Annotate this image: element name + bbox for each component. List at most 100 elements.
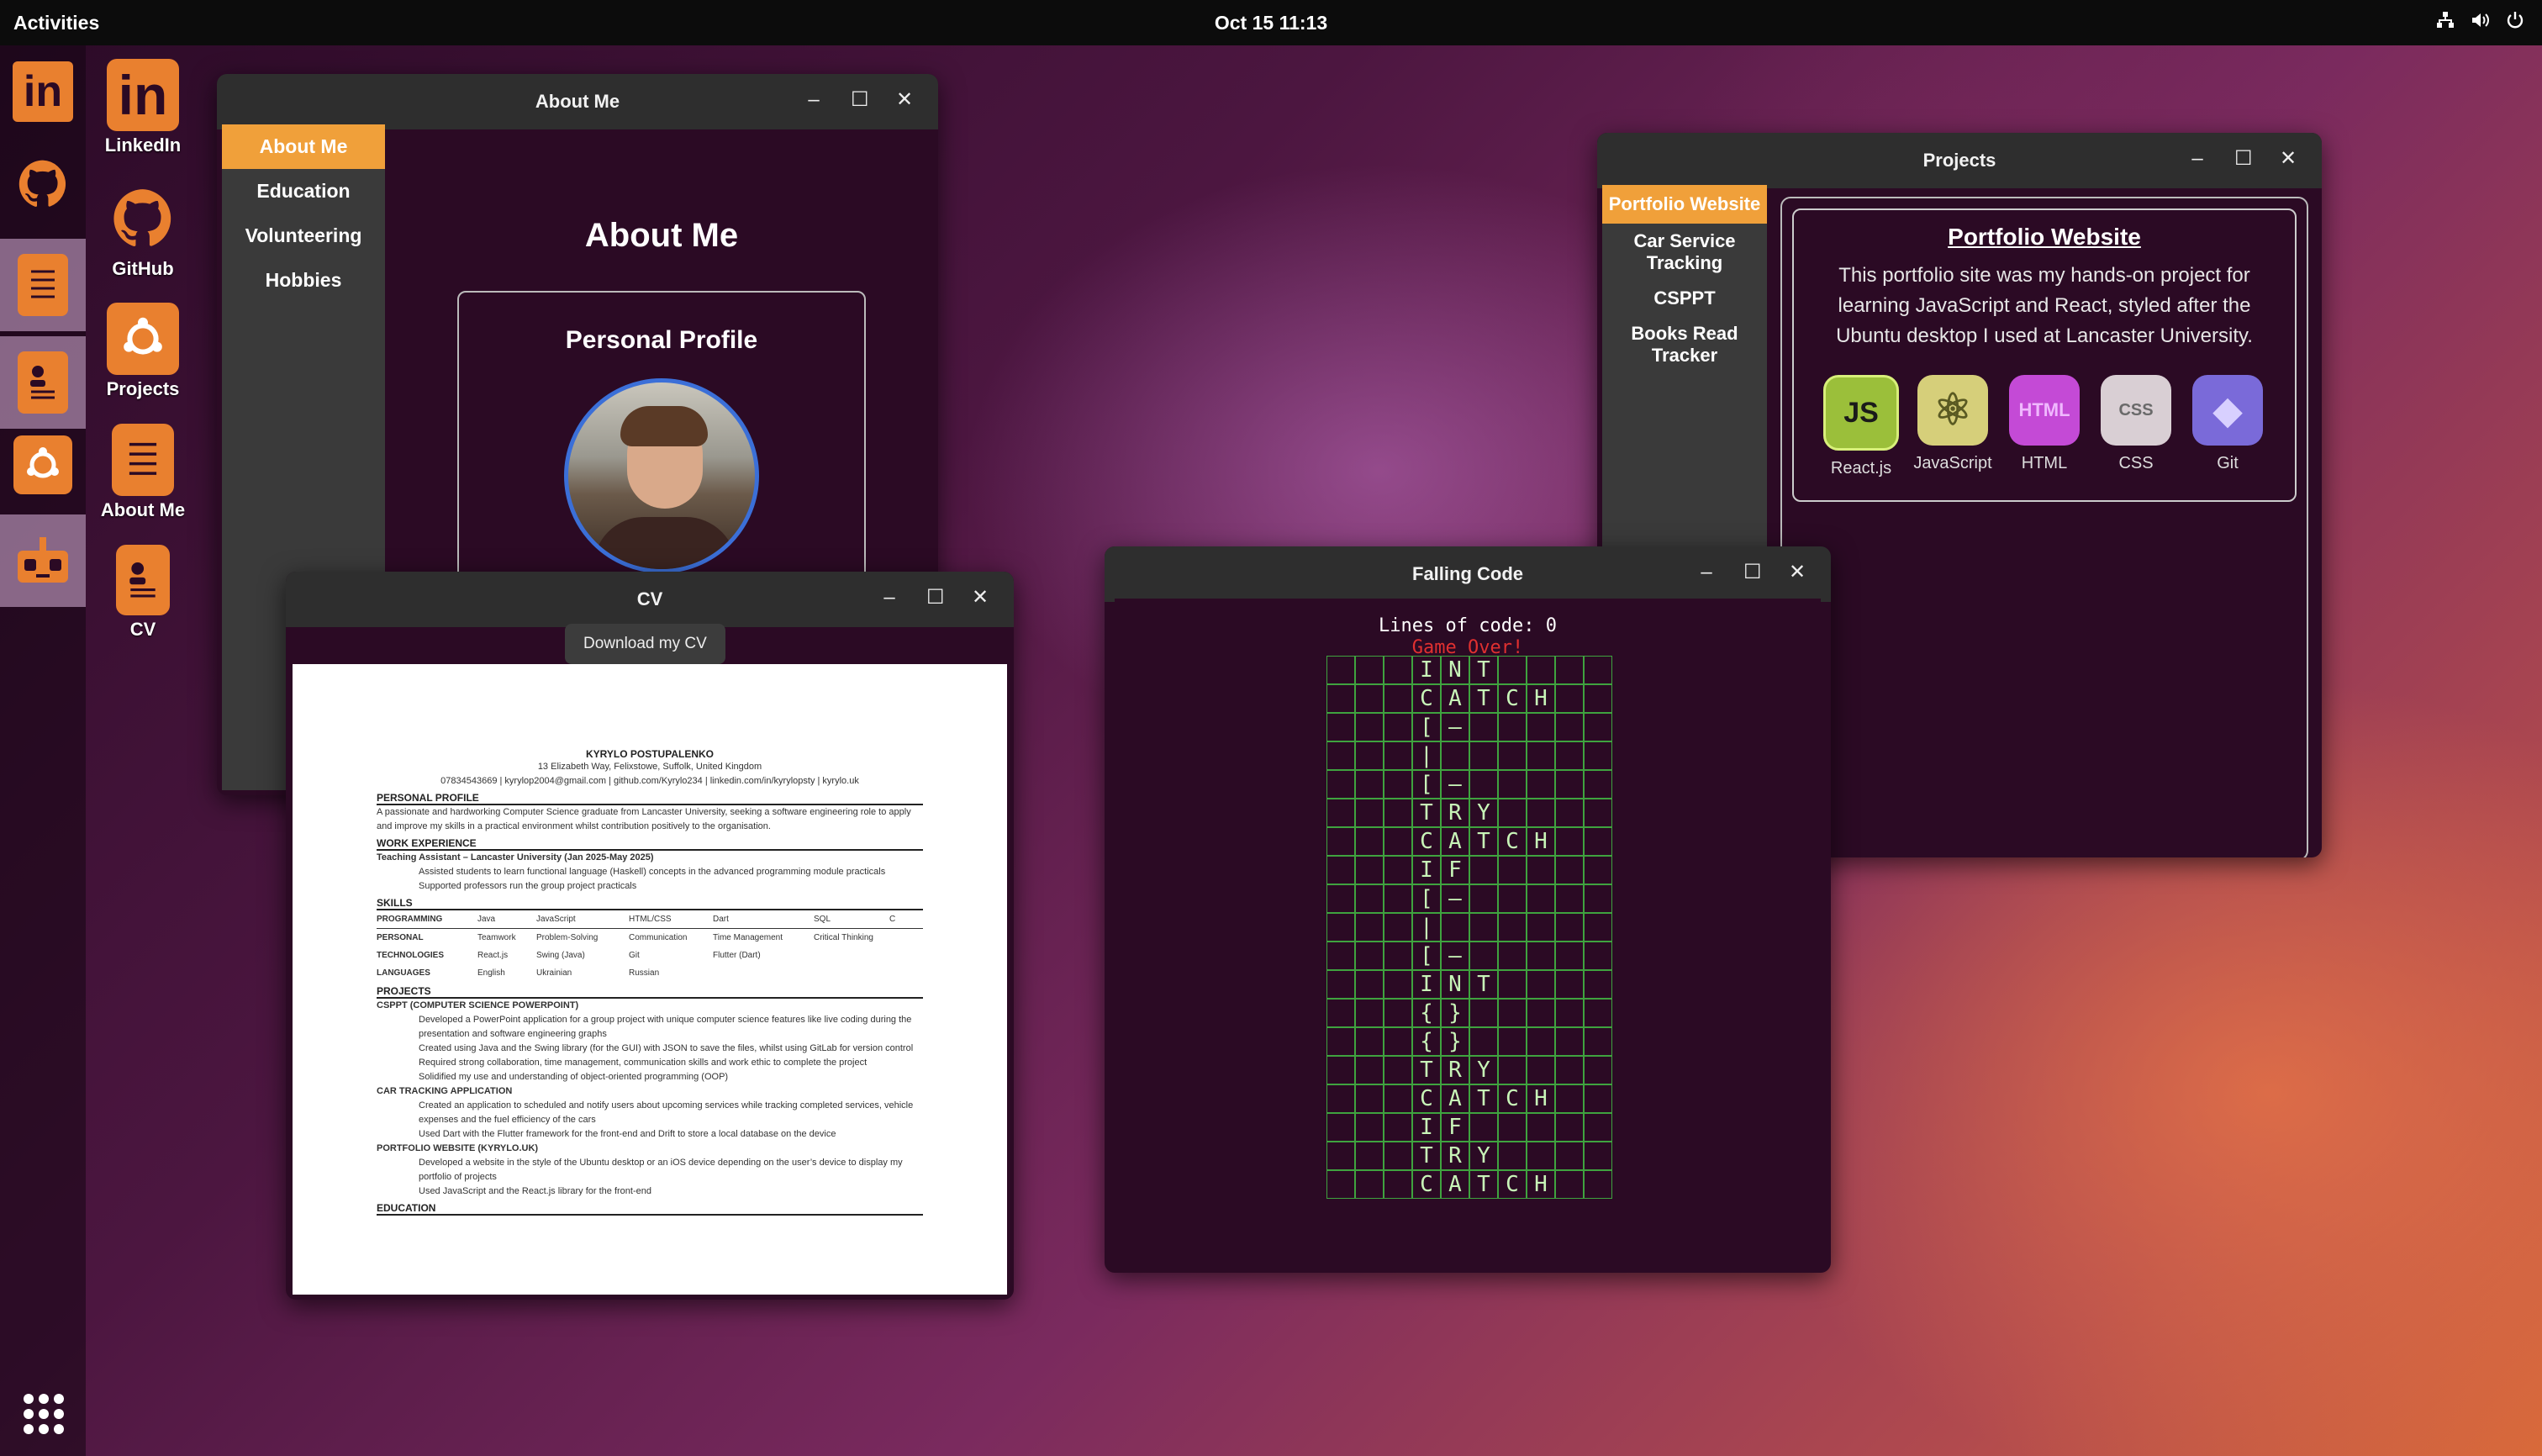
grid-cell [1527, 999, 1555, 1027]
grid-cell: R [1441, 799, 1469, 827]
grid-cell [1584, 1142, 1612, 1170]
grid-cell [1555, 1027, 1584, 1056]
cv-bullet: Used JavaScript and the React.js library… [419, 1186, 651, 1196]
grid-cell [1384, 884, 1412, 913]
minimize-icon[interactable]: – [805, 89, 822, 111]
nav-about-me[interactable]: About Me [222, 124, 385, 169]
grid-cell [1384, 1056, 1412, 1084]
grid-cell [1355, 713, 1384, 741]
js-icon: JS [1823, 375, 1899, 451]
titlebar[interactable]: About Me – ☐ ✕ [217, 74, 938, 129]
desktop-linkedin[interactable]: in LinkedIn [92, 59, 193, 156]
game-canvas[interactable]: Lines of code: 0 Game Over! I N T C A T C H[– |[… [1115, 599, 1821, 1263]
minimize-icon[interactable]: – [2189, 148, 2206, 170]
grid-cell [1555, 1084, 1584, 1113]
maximize-icon[interactable]: ☐ [2234, 148, 2253, 170]
grid-cell [1555, 799, 1584, 827]
cv-subheading: CSPPT (COMPUTER SCIENCE POWERPOINT) [377, 1000, 579, 1010]
cv-skill-item: Swing (Java) [536, 951, 585, 960]
grid-cell [1384, 1170, 1412, 1199]
cv-section-heading: WORK EXPERIENCE [377, 837, 923, 851]
project-title[interactable]: Portfolio Website [1819, 224, 2270, 251]
download-cv-button[interactable]: Download my CV [565, 624, 725, 664]
nav-car-service-tracking[interactable]: Car Service Tracking [1602, 224, 1767, 281]
grid-cell: Y [1469, 799, 1498, 827]
tech-label: HTML [2021, 454, 2068, 472]
grid-cell: H [1527, 827, 1555, 856]
grid-cell [1355, 1170, 1384, 1199]
grid-cell: I [1412, 1113, 1441, 1142]
nav-csppt[interactable]: CSPPT [1602, 281, 1767, 316]
maximize-icon[interactable]: ☐ [851, 89, 869, 111]
cv-skill-item: Communication [629, 933, 688, 942]
falling-code-window[interactable]: Falling Code – ☐ ✕ Lines of code: 0 Game O… [1105, 546, 1831, 1273]
clock[interactable]: Oct 15 11:13 [0, 12, 2542, 34]
titlebar[interactable]: Projects – ☐ ✕ [1597, 133, 2322, 188]
cv-window[interactable]: CV – ☐ ✕ Download my CV KYRYLO POSTUPALENK… [286, 572, 1014, 1300]
nav-hobbies[interactable]: Hobbies [222, 258, 385, 303]
tech-stack: JS React.js ⚛ JavaScript HTML HTML CSS C… [1819, 375, 2270, 478]
close-icon[interactable]: ✕ [2280, 148, 2297, 170]
grid-cell: T [1469, 970, 1498, 999]
grid-cell: – [1441, 942, 1469, 970]
system-tray[interactable] [2436, 10, 2525, 30]
grid-cell: Y [1469, 1142, 1498, 1170]
grid-cell [1384, 799, 1412, 827]
nav-education[interactable]: Education [222, 169, 385, 214]
grid-cell [1384, 656, 1412, 684]
dock-projects[interactable] [0, 419, 86, 511]
close-icon[interactable]: ✕ [972, 587, 989, 609]
desktop-projects[interactable]: Projects [92, 303, 193, 400]
tech-react: JS React.js [1819, 375, 1903, 478]
minimize-icon[interactable]: – [881, 587, 898, 609]
grid-cell [1355, 913, 1384, 942]
close-icon[interactable]: ✕ [1789, 562, 1806, 583]
grid-cell [1355, 741, 1384, 770]
cv-section-heading: EDUCATION [377, 1202, 923, 1216]
nav-volunteering[interactable]: Volunteering [222, 214, 385, 258]
grid-cell [1326, 1113, 1355, 1142]
titlebar[interactable]: CV – ☐ ✕ [286, 572, 1014, 627]
minimize-icon[interactable]: – [1698, 562, 1715, 583]
show-apps-icon[interactable] [24, 1394, 64, 1434]
projects-icon [107, 303, 179, 375]
maximize-icon[interactable]: ☐ [926, 587, 945, 609]
dock-github[interactable] [0, 138, 86, 230]
desktop-cv[interactable]: CV [92, 545, 193, 641]
tech-label: React.js [1830, 459, 1892, 477]
grid-cell [1527, 741, 1555, 770]
grid-cell [1326, 827, 1355, 856]
grid-cell [1527, 1142, 1555, 1170]
cv-section-heading: PERSONAL PROFILE [377, 792, 923, 805]
titlebar[interactable]: Falling Code – ☐ ✕ [1105, 546, 1831, 602]
cv-document[interactable]: KYRYLO POSTUPALENKO 13 Elizabeth Way, Fe… [293, 664, 1007, 1295]
close-icon[interactable]: ✕ [896, 89, 913, 111]
dock-about-me[interactable] [0, 239, 86, 331]
maximize-icon[interactable]: ☐ [1743, 562, 1762, 583]
grid-cell [1384, 856, 1412, 884]
grid-cell [1498, 856, 1527, 884]
dock-cv[interactable] [0, 336, 86, 429]
cv-subheading: CAR TRACKING APPLICATION [377, 1086, 513, 1096]
desktop-about-me[interactable]: About Me [92, 424, 193, 521]
dock: in [0, 45, 86, 1456]
desktop-github[interactable]: GitHub [92, 187, 193, 280]
grid-cell [1355, 942, 1384, 970]
grid-cell: T [1469, 1084, 1498, 1113]
cv-bullet: Solidified my use and understanding of o… [419, 1072, 729, 1082]
grid-cell [1527, 970, 1555, 999]
grid-cell [1355, 684, 1384, 713]
grid-cell [1326, 970, 1355, 999]
power-icon [2507, 12, 2524, 29]
grid-cell: A [1441, 1170, 1469, 1199]
grid-cell [1498, 913, 1527, 942]
nav-books-read-tracker[interactable]: Books Read Tracker [1602, 316, 1767, 373]
nav-portfolio-website[interactable]: Portfolio Website [1602, 185, 1767, 224]
cv-skill-category: PERSONAL [377, 933, 424, 942]
dock-game[interactable] [0, 514, 86, 607]
grid-cell [1355, 770, 1384, 799]
dock-linkedin[interactable]: in [0, 45, 86, 138]
cv-skill-category: LANGUAGES [377, 968, 430, 978]
profile-card-title: Personal Profile [565, 326, 758, 354]
grid-cell [1469, 884, 1498, 913]
